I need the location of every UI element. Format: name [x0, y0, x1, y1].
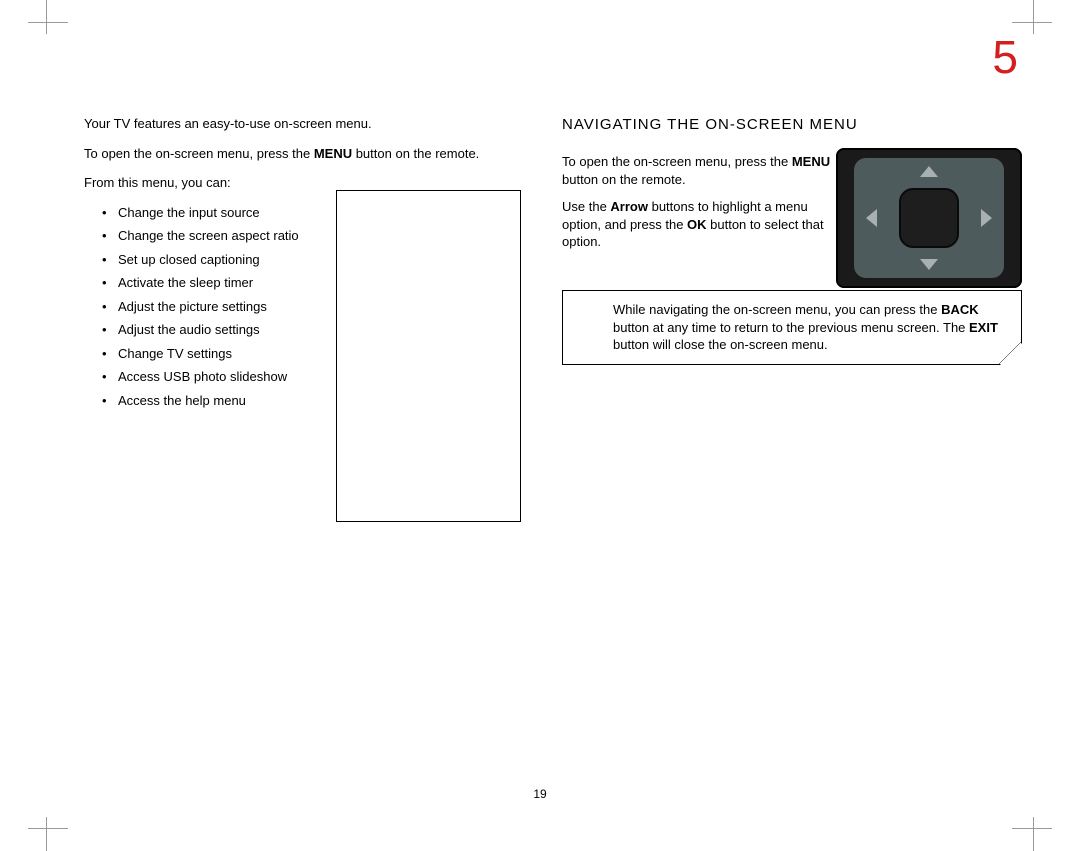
- manual-page: 5 Your TV features an easy-to-use on-scr…: [0, 0, 1080, 851]
- open-post: button on the remote.: [352, 146, 479, 161]
- ok-bold: OK: [687, 217, 707, 232]
- page-number: 19: [0, 787, 1080, 801]
- chevron-down-icon: [920, 259, 938, 270]
- chevron-up-icon: [920, 166, 938, 177]
- chevron-left-icon: [866, 209, 877, 227]
- list-item: Access USB photo slideshow: [102, 368, 312, 386]
- crop-mark-br: [1012, 817, 1052, 851]
- menu-bold: MENU: [314, 146, 352, 161]
- chapter-number: 5: [992, 30, 1018, 84]
- back-bold: BACK: [941, 302, 979, 317]
- section-title: NAVIGATING THE ON-SCREEN MENU: [562, 115, 1022, 135]
- exit-bold: EXIT: [969, 320, 998, 335]
- list-item: Change the input source: [102, 204, 312, 222]
- list-item: Activate the sleep timer: [102, 274, 312, 292]
- arrow-bold: Arrow: [610, 199, 648, 214]
- note-fold-icon: [999, 342, 1021, 364]
- open-menu-text: To open the on-screen menu, press the ME…: [84, 145, 534, 163]
- list-intro: From this menu, you can:: [84, 174, 534, 192]
- menu-bold: MENU: [792, 154, 830, 169]
- list-item: Access the help menu: [102, 392, 312, 410]
- chevron-right-icon: [981, 209, 992, 227]
- list-item: Set up closed captioning: [102, 251, 312, 269]
- list-item: Change the screen aspect ratio: [102, 227, 312, 245]
- list-item: Adjust the audio settings: [102, 321, 312, 339]
- crop-mark-tl: [28, 0, 68, 34]
- tip-note: While navigating the on-screen menu, you…: [562, 290, 1022, 365]
- list-item: Change TV settings: [102, 345, 312, 363]
- intro-text: Your TV features an easy-to-use on-scree…: [84, 115, 534, 133]
- ok-button-icon: [899, 188, 959, 248]
- right-p1: To open the on-screen menu, press the ME…: [562, 153, 834, 188]
- crop-mark-tr: [1012, 0, 1052, 34]
- right-p2: Use the Arrow buttons to highlight a men…: [562, 198, 834, 251]
- remote-dpad-image: [836, 148, 1022, 288]
- list-item: Adjust the picture settings: [102, 298, 312, 316]
- dpad-frame: [854, 158, 1004, 278]
- screenshot-placeholder: [336, 190, 521, 522]
- crop-mark-bl: [28, 817, 68, 851]
- open-pre: To open the on-screen menu, press the: [84, 146, 314, 161]
